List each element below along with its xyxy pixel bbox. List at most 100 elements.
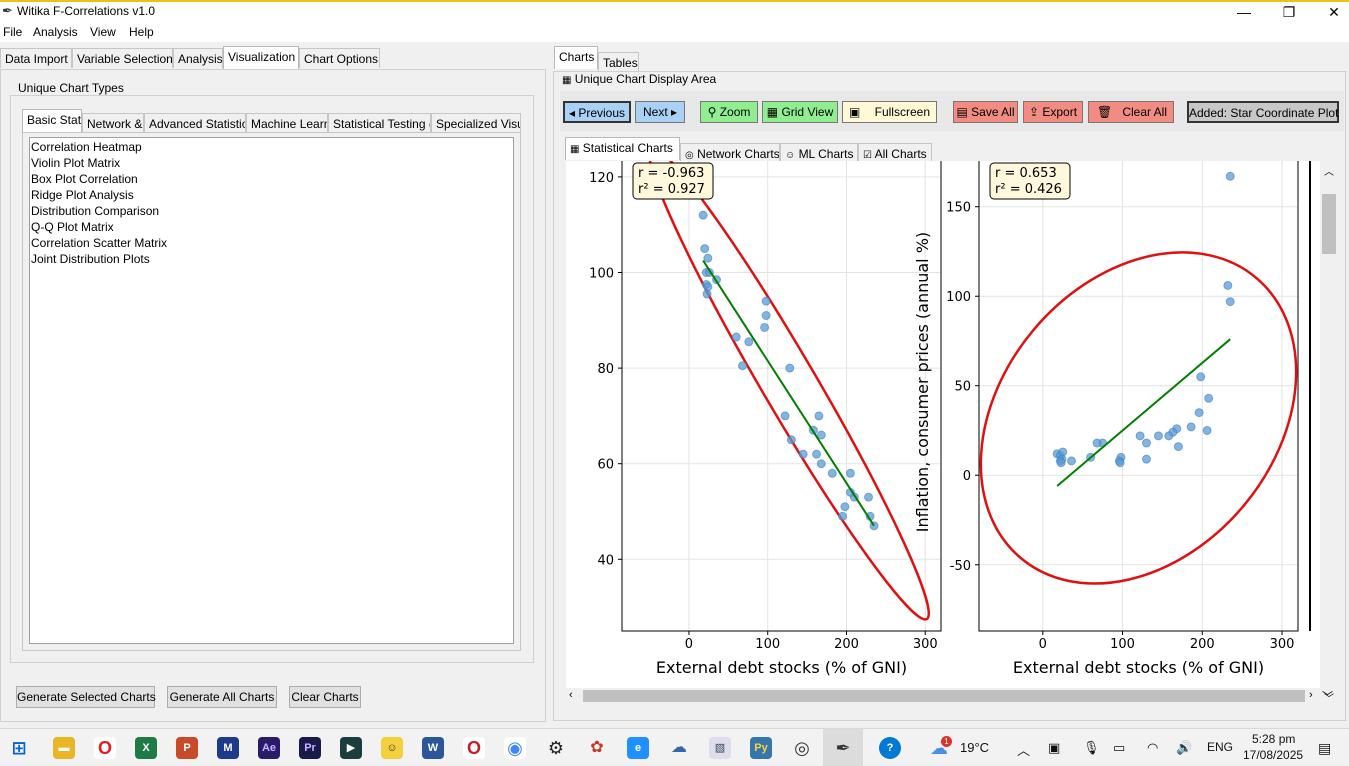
vertical-scrollbar[interactable]: ︿ ﹀ [1321,161,1337,705]
tab-network[interactable]: Network & [82,113,144,133]
help-icon[interactable]: ? [879,737,901,759]
scrollbar-thumb[interactable] [1322,194,1336,254]
list-item[interactable]: Joint Distribution Plots [30,251,513,267]
cloud-app-icon[interactable]: ☁ [668,737,690,759]
scatter-point [827,468,837,478]
zoom-button[interactable]: ⚲ Zoom [700,101,758,123]
witika-feather-icon[interactable]: ✒ [832,737,854,759]
powerpoint-icon[interactable]: P [176,737,198,759]
tab-analysis[interactable]: Analysis [173,48,223,68]
wifi-icon[interactable]: ◠ [1147,740,1158,756]
chevron-up-icon[interactable]: ︿ [1017,740,1030,759]
photos-icon[interactable]: ▧ [709,737,731,759]
excel-icon[interactable]: X [135,737,157,759]
battery-icon[interactable]: ▭ [1113,740,1125,756]
edge-icon[interactable]: e [627,737,649,759]
opera-gx-icon[interactable]: O [463,737,485,759]
tab-visualization[interactable]: Visualization [223,46,299,69]
list-item[interactable]: Ridge Plot Analysis [30,187,513,203]
premiere-icon[interactable]: Pr [299,737,321,759]
chrome-icon[interactable]: ◉ [504,737,526,759]
h-scrollbar-thumb[interactable] [583,690,1305,702]
weather-temp[interactable]: 19°C [960,740,989,755]
x-tick-label: 200 [1190,637,1215,652]
language-indicator[interactable]: ENG [1207,740,1233,754]
menu-file[interactable]: File [3,25,22,39]
fullscreen-button[interactable]: ▣ Fullscreen [842,101,937,123]
list-item[interactable]: Correlation Heatmap [30,139,513,155]
save-all-button[interactable]: ▤ Save All [953,101,1018,123]
word-icon[interactable]: W [422,737,444,759]
previous-button[interactable]: ◂ Previous [563,101,631,123]
clock-time[interactable]: 5:28 pm [1252,732,1295,746]
x-tick-label: 100 [755,637,780,652]
clear-all-button[interactable]: 🗑 Clear All [1088,101,1174,123]
menu-analysis[interactable]: Analysis [33,25,78,39]
opera-icon[interactable]: O [94,737,116,759]
list-item[interactable]: Correlation Scatter Matrix [30,235,513,251]
clock-date[interactable]: 17/08/2025 [1243,748,1303,762]
close-button[interactable]: ✕ [1311,2,1349,22]
game-icon[interactable]: ☺ [381,737,403,759]
tab-specialized-visualization[interactable]: Specialized Visu [431,113,521,133]
subplot-2: 0 100 200 300 -50 0 50 100 150 External debt stoc… [913,161,1299,677]
clear-charts-button[interactable]: Clear Charts [289,686,361,708]
scatter-point [760,322,770,332]
settings-gear-icon[interactable]: ⚙ [545,737,567,759]
export-button[interactable]: ⇪ Export [1023,101,1083,123]
menu-view[interactable]: View [90,25,116,39]
scatter-point [1056,458,1066,468]
menu-help[interactable]: Help [129,25,154,39]
confidence-ellipse [979,251,1298,585]
tab-ml-charts[interactable]: ☺ ML Charts [780,143,858,163]
tab-basic-statistics[interactable]: Basic Stati [22,109,82,132]
obs-icon[interactable]: ◎ [791,737,813,759]
file-explorer-icon[interactable]: ▬ [53,737,75,759]
camera-icon[interactable]: ▣ [1048,740,1060,756]
list-item[interactable]: Distribution Comparison [30,203,513,219]
microphone-icon[interactable]: 🎙 [1083,740,1100,756]
feather-icon: ✒ [2,3,13,18]
editor-icon[interactable]: ▶ [340,737,362,759]
scatter-point [864,492,874,502]
tab-charts[interactable]: Charts [554,46,598,69]
tab-chart-options[interactable]: Chart Options [299,48,380,68]
next-button[interactable]: Next ▸ [635,101,685,123]
tab-all-charts[interactable]: ☑ All Charts [858,143,932,163]
after-effects-icon[interactable]: Ae [258,737,280,759]
list-item[interactable]: Box Plot Correlation [30,171,513,187]
x-tick-label: 0 [1039,637,1047,652]
correlation-annotation-text: r² = 0.426 [995,182,1062,197]
notifications-icon[interactable]: ▤ [1318,740,1331,757]
tab-data-import[interactable]: Data Import [0,48,72,68]
scroll-left-icon[interactable]: ‹ [569,689,573,701]
scatter-point [1153,431,1163,441]
app-icon[interactable]: M [217,737,239,759]
scroll-down-icon-2[interactable]: ﹀ [1322,688,1333,704]
chart-type-list[interactable]: Correlation Heatmap Violin Plot Matrix B… [29,137,514,644]
tab-variable-selection[interactable]: Variable Selection [72,48,173,68]
list-item[interactable]: Violin Plot Matrix [30,155,513,171]
minimize-button[interactable]: — [1221,2,1267,22]
paint-icon[interactable]: ✿ [586,737,608,759]
tab-tables[interactable]: Tables [598,52,639,72]
tab-network-charts[interactable]: ◎ Network Charts [680,143,780,163]
grid-icon: ▦ [766,105,779,119]
maximize-button[interactable]: ❐ [1266,2,1312,22]
horizontal-scrollbar[interactable]: ‹ › [566,688,1320,704]
scroll-right-icon[interactable]: › [1309,689,1313,701]
tab-machine-learning[interactable]: Machine Learn [246,113,328,133]
tab-statistical-testing[interactable]: Statistical Testing ( [328,113,431,133]
generate-all-charts-button[interactable]: Generate All Charts [167,686,277,708]
windows-start-icon[interactable]: ⊞ [8,737,30,759]
list-item[interactable]: Q-Q Plot Matrix [30,219,513,235]
grid-view-button[interactable]: ▦ Grid View [762,101,838,123]
scatter-point [1141,454,1151,464]
generate-selected-charts-button[interactable]: Generate Selected Charts [16,686,156,708]
tab-statistical-charts[interactable]: ▦ Statistical Charts [565,137,680,160]
checkbox-icon: ☑ [863,150,872,161]
python-icon[interactable]: Py [750,737,772,759]
tab-advanced-statistics[interactable]: Advanced Statistic [144,113,246,133]
scroll-up-icon[interactable]: ︿ [1321,163,1337,178]
volume-icon[interactable]: 🔊 [1176,740,1192,756]
